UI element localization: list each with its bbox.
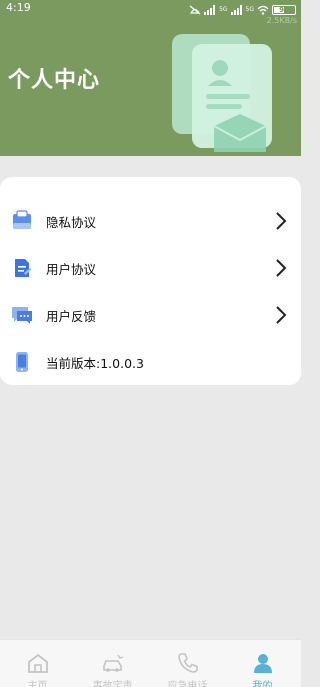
profile-screen: 4:19 5G 5G 96 2.5KB/s 个人中心 隐私协议 用户协议 用户反… <box>0 0 301 687</box>
menu-item-label: 用户协议 <box>46 261 97 277</box>
profile-header: 4:19 5G 5G 96 2.5KB/s 个人中心 <box>0 0 301 156</box>
menu-item-privacy-policy[interactable]: 隐私协议 <box>0 198 301 244</box>
document-illustration-icon <box>172 34 272 152</box>
bottom-nav: 主页 事故定责 应急电话 我的 <box>0 639 301 687</box>
menu-item-user-agreement[interactable]: 用户协议 <box>0 245 301 291</box>
signal-icon-2 <box>230 5 242 15</box>
chevron-right-icon <box>276 259 287 277</box>
tab-profile[interactable]: 我的 <box>225 640 300 687</box>
user-agreement-icon <box>15 259 32 277</box>
menu-item-label: 隐私协议 <box>46 214 97 230</box>
signal-label: 5G <box>219 6 228 13</box>
tab-label: 我的 <box>252 681 273 687</box>
menu-item-feedback[interactable]: 用户反馈 <box>0 292 301 338</box>
battery-level: 96 <box>279 6 289 14</box>
tab-accident[interactable]: 事故定责 <box>75 640 150 687</box>
wifi-icon <box>257 5 269 15</box>
menu-item-label: 用户反馈 <box>46 308 97 324</box>
tab-home[interactable]: 主页 <box>0 640 75 687</box>
status-time: 4:19 <box>6 1 31 14</box>
alarm-muted-icon <box>189 5 201 15</box>
page-title: 个人中心 <box>8 68 101 93</box>
home-icon <box>27 653 48 673</box>
privacy-policy-icon <box>13 210 31 229</box>
signal-label-2: 5G <box>245 6 254 13</box>
chevron-right-icon <box>276 212 287 230</box>
chevron-right-icon <box>276 306 287 324</box>
tab-emergency-call[interactable]: 应急电话 <box>150 640 225 687</box>
network-speed: 2.5KB/s <box>266 16 297 25</box>
tab-label: 主页 <box>27 681 48 687</box>
tab-label: 应急电话 <box>167 681 208 687</box>
battery-indicator: 96 <box>272 5 296 15</box>
feedback-icon <box>12 307 32 324</box>
menu-card: 隐私协议 用户协议 用户反馈 当前版本:1.0.0.3 <box>0 177 301 385</box>
car-accident-icon <box>102 654 123 672</box>
phone-call-icon <box>177 653 198 673</box>
status-bar: 4:19 5G 5G 96 <box>0 0 301 16</box>
signal-icon <box>204 5 216 15</box>
menu-item-version: 当前版本:1.0.0.3 <box>0 339 301 385</box>
phone-icon <box>16 352 28 372</box>
version-label: 当前版本:1.0.0.3 <box>46 355 144 371</box>
tab-label: 事故定责 <box>92 681 133 687</box>
profile-icon <box>253 654 272 673</box>
